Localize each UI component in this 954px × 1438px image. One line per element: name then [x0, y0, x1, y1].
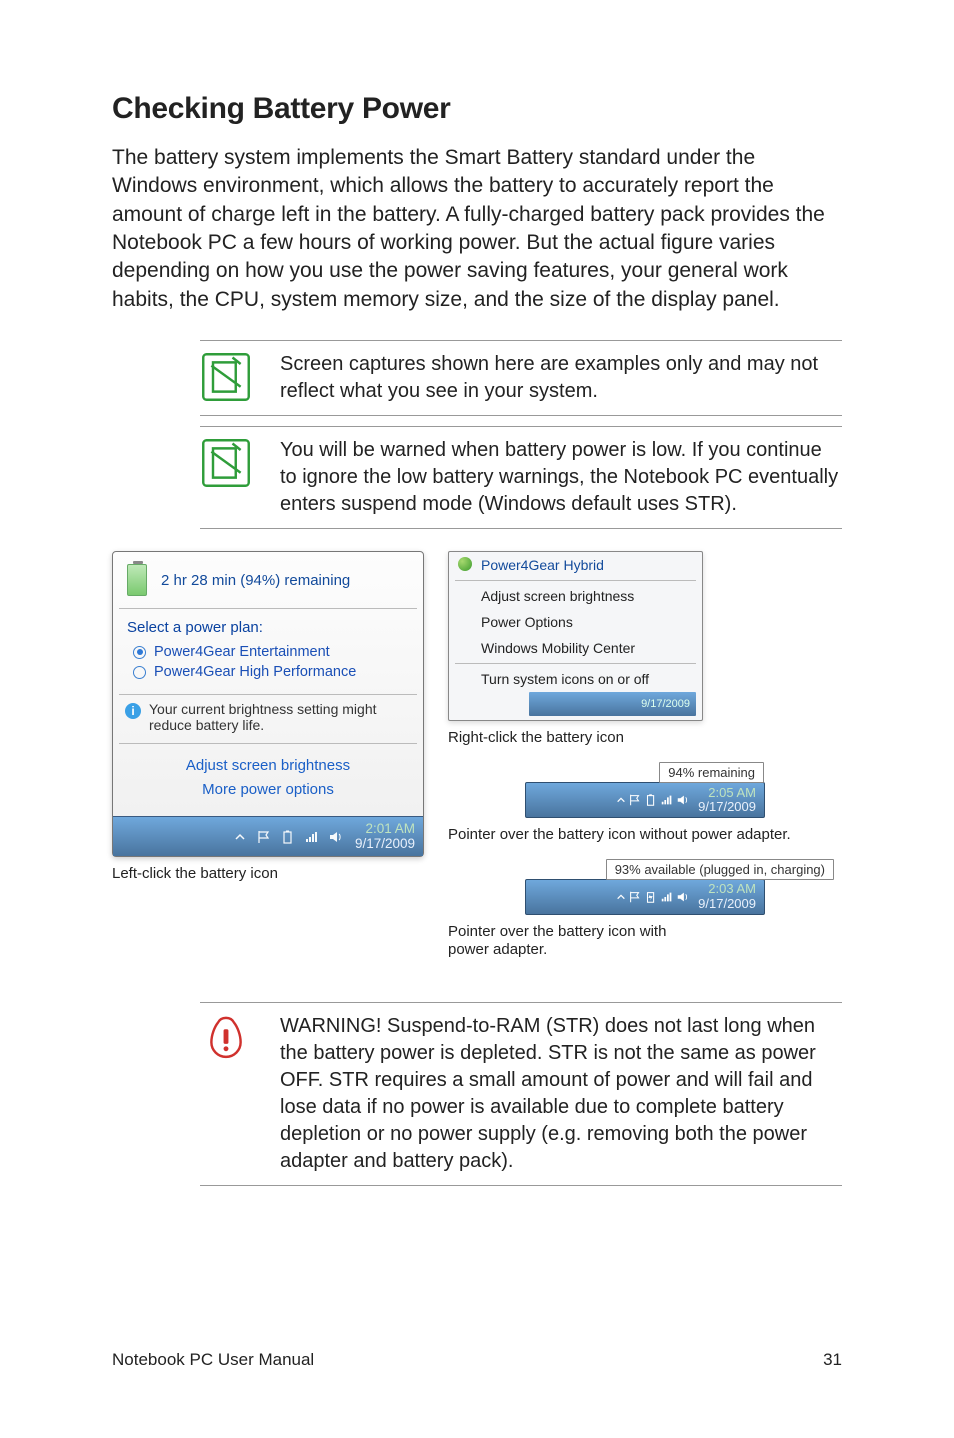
clock[interactable]: 2:01 AM 9/17/2009 [355, 822, 415, 852]
battery-icon [127, 564, 147, 596]
volume-icon[interactable] [676, 793, 690, 807]
battery-tray-icon[interactable] [277, 826, 299, 848]
tooltip-charging: 93% available (plugged in, charging) [606, 859, 834, 880]
warning-icon [200, 1013, 252, 1175]
more-power-options-link[interactable]: More power options [113, 778, 423, 802]
right-click-menu: Power4Gear Hybrid Adjust screen brightne… [448, 551, 703, 721]
caption-left: Left-click the battery icon [112, 865, 424, 884]
clock[interactable]: 2:03 AM9/17/2009 [698, 882, 756, 911]
remaining-label: 2 hr 28 min (94%) remaining [161, 572, 350, 589]
plan2-label: Power4Gear High Performance [154, 664, 356, 680]
rc-title[interactable]: Power4Gear Hybrid [449, 552, 702, 578]
rc-item-brightness[interactable]: Adjust screen brightness [449, 583, 702, 609]
brightness-warning: Your current brightness setting might re… [149, 701, 411, 733]
note-icon [200, 437, 252, 518]
caption-tip2: Pointer over the battery icon with power… [448, 923, 708, 961]
rc-item-mobility-center[interactable]: Windows Mobility Center [449, 635, 702, 661]
note-icon [200, 351, 252, 405]
battery-tray-icon[interactable] [644, 793, 658, 807]
taskbar: 2:01 AM 9/17/2009 [113, 816, 423, 856]
volume-icon[interactable] [676, 890, 690, 904]
radio-off-icon [133, 666, 146, 679]
rc-item-power-options[interactable]: Power Options [449, 609, 702, 635]
chevron-up-icon[interactable] [229, 826, 251, 848]
warning-text: WARNING! Suspend-to-RAM (STR) does not l… [280, 1013, 842, 1175]
power-flyout: 2 hr 28 min (94%) remaining Select a pow… [112, 551, 424, 857]
chevron-up-icon[interactable] [616, 795, 626, 805]
note-text-2: You will be warned when battery power is… [280, 437, 842, 518]
tooltip-remaining: 94% remaining [659, 762, 764, 783]
note-block-2: You will be warned when battery power is… [200, 426, 842, 529]
mini-taskbar-2: 2:03 AM9/17/2009 [525, 879, 765, 915]
flag-icon[interactable] [253, 826, 275, 848]
warning-block: WARNING! Suspend-to-RAM (STR) does not l… [200, 1002, 842, 1186]
battery-charging-icon[interactable] [644, 890, 658, 904]
section-title: Checking Battery Power [112, 92, 842, 126]
plan-option-1[interactable]: Power4Gear Entertainment [133, 644, 409, 660]
select-plan-label: Select a power plan: [127, 619, 409, 636]
footer-left: Notebook PC User Manual [112, 1350, 314, 1370]
radio-on-icon [133, 646, 146, 659]
flag-icon[interactable] [628, 890, 642, 904]
plan1-label: Power4Gear Entertainment [154, 644, 330, 660]
mini-taskbar-1: 2:05 AM9/17/2009 [525, 782, 765, 818]
network-icon[interactable] [301, 826, 323, 848]
caption-rc: Right-click the battery icon [448, 729, 842, 748]
flag-icon[interactable] [628, 793, 642, 807]
rc-item-system-icons[interactable]: Turn system icons on or off [449, 666, 702, 692]
volume-icon[interactable] [325, 826, 347, 848]
network-icon[interactable] [660, 890, 674, 904]
network-icon[interactable] [660, 793, 674, 807]
clock[interactable]: 2:05 AM9/17/2009 [698, 786, 756, 815]
note-block-1: Screen captures shown here are examples … [200, 340, 842, 416]
page-footer: Notebook PC User Manual 31 [112, 1350, 842, 1370]
intro-paragraph: The battery system implements the Smart … [112, 144, 842, 314]
adjust-brightness-link[interactable]: Adjust screen brightness [113, 754, 423, 778]
mini-date: 9/17/2009 [641, 698, 690, 710]
rc-mini-tray: 9/17/2009 [529, 692, 696, 716]
info-icon: i [125, 703, 141, 719]
note-text-1: Screen captures shown here are examples … [280, 351, 842, 405]
chevron-up-icon[interactable] [616, 892, 626, 902]
caption-tip1: Pointer over the battery icon without po… [448, 826, 842, 845]
page-number: 31 [823, 1350, 842, 1370]
plan-option-2[interactable]: Power4Gear High Performance [133, 664, 409, 680]
